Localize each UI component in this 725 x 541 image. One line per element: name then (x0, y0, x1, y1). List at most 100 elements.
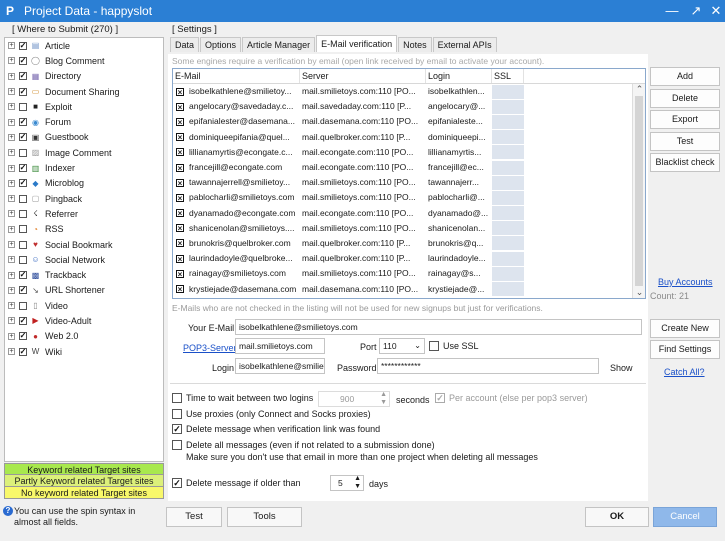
per-account-checkbox[interactable]: ✓ (435, 393, 445, 403)
tree-item-checkbox[interactable]: ✓ (19, 87, 27, 96)
add-button[interactable]: Add (650, 67, 720, 86)
tree-item-checkbox[interactable] (19, 148, 27, 157)
col-email[interactable]: E-Mail (173, 69, 300, 83)
expand-icon[interactable]: + (8, 241, 15, 248)
table-row[interactable]: × shanicenolan@smilietoys.... mail.smiliet… (173, 221, 645, 236)
tree-item[interactable]: + ✓ ▥ Indexer (5, 160, 163, 175)
scroll-down-icon[interactable]: ⌄ (633, 287, 645, 298)
col-ssl[interactable]: SSL (492, 69, 524, 83)
tree-item-checkbox[interactable] (19, 102, 27, 111)
tree-item[interactable]: + ▨ Image Comment (5, 145, 163, 160)
expand-icon[interactable]: + (8, 271, 15, 279)
tab-external-apis[interactable]: External APIs (432, 37, 497, 52)
tree-item-checkbox[interactable] (19, 209, 27, 218)
row-checkbox[interactable]: × (176, 163, 184, 172)
delete-older-checkbox[interactable]: ✓ (172, 478, 182, 488)
table-row[interactable]: × francejill@econgate.com mail.econgate.co… (173, 160, 645, 175)
tree-item-checkbox[interactable] (19, 240, 27, 249)
tree-item-checkbox[interactable] (19, 301, 27, 310)
table-row[interactable]: × epifanialester@dasemana... mail.dasemana… (173, 114, 645, 129)
row-checkbox[interactable]: × (176, 148, 184, 157)
close-icon[interactable]: ✕ (704, 0, 725, 22)
expand-icon[interactable]: + (8, 179, 15, 187)
expand-icon[interactable]: + (8, 332, 15, 340)
catch-all-link[interactable]: Catch All? (664, 367, 705, 377)
tree-item[interactable]: + ✓ ◆ Microblog (5, 176, 163, 191)
email-table[interactable]: E-Mail Server Login SSL × isobelkathlene@… (172, 68, 646, 299)
port-input[interactable]: 110 ⌄ (379, 338, 425, 354)
tree-item-checkbox[interactable]: ✓ (19, 286, 27, 295)
tree-item[interactable]: + ▯ Video (5, 298, 163, 313)
tree-item[interactable]: + ✓ ▤ Article (5, 38, 163, 53)
expand-icon[interactable]: + (8, 42, 15, 50)
older-days-input[interactable]: 5 ▲ ▼ (330, 475, 364, 491)
delete-found-checkbox[interactable]: ✓ (172, 424, 182, 434)
expand-icon[interactable]: + (8, 286, 15, 294)
tree-item-checkbox[interactable]: ✓ (19, 72, 27, 81)
engine-tree[interactable]: + ✓ ▤ Article + ✓ ◯ Blog Comment + ✓ ▦ Directory + ✓ ▭… (4, 37, 164, 462)
per-account-option[interactable]: ✓ Per account (else per pop3 server) (435, 393, 588, 403)
pop3-server-input[interactable]: mail.smilietoys.com (235, 338, 325, 354)
tree-item-checkbox[interactable] (19, 194, 27, 203)
tree-item[interactable]: + ✓ ◯ Blog Comment (5, 53, 163, 68)
tree-item[interactable]: + ✓ ▭ Document Sharing (5, 84, 163, 99)
test-email-button[interactable]: Test (650, 132, 720, 151)
wait-option[interactable]: Time to wait between two logins (172, 393, 313, 403)
row-checkbox[interactable]: × (176, 102, 184, 111)
buy-accounts-link[interactable]: Buy Accounts (658, 277, 713, 287)
use-ssl-checkbox[interactable] (429, 341, 439, 351)
tree-item-checkbox[interactable]: ✓ (19, 179, 27, 188)
tree-item-checkbox[interactable]: ✓ (19, 316, 27, 325)
wait-checkbox[interactable] (172, 393, 182, 403)
ok-button[interactable]: OK (585, 507, 649, 527)
scroll-thumb[interactable] (635, 96, 643, 286)
expand-icon[interactable]: + (8, 225, 15, 233)
row-checkbox[interactable]: × (176, 239, 184, 248)
show-password-toggle[interactable]: Show (610, 363, 633, 373)
table-row[interactable]: × pablocharli@smilietoys.com mail.smilieto… (173, 190, 645, 205)
expand-icon[interactable]: + (8, 149, 15, 157)
col-server[interactable]: Server (300, 69, 426, 83)
tree-item[interactable]: + ☇ Referrer (5, 206, 163, 221)
password-input[interactable]: ************ (377, 358, 599, 374)
use-proxies-checkbox[interactable] (172, 409, 182, 419)
tree-item[interactable]: + ✓ W Wiki (5, 344, 163, 359)
tab-article-manager[interactable]: Article Manager (242, 37, 316, 52)
tree-item[interactable]: + ▢ Pingback (5, 191, 163, 206)
cancel-button[interactable]: Cancel (653, 507, 717, 527)
tab-e-mail-verification[interactable]: E-Mail verification (316, 35, 398, 52)
expand-icon[interactable]: + (8, 195, 15, 203)
tree-item[interactable]: + ✓ ▦ Directory (5, 69, 163, 84)
blacklist-check-button[interactable]: Blacklist check (650, 153, 720, 172)
login-input[interactable]: isobelkathlene@smiliet (235, 358, 325, 374)
tree-item[interactable]: + ✓ ▶ Video-Adult (5, 313, 163, 328)
find-settings-button[interactable]: Find Settings (650, 340, 720, 359)
delete-found-option[interactable]: ✓ Delete message when verification link w… (172, 424, 380, 434)
expand-icon[interactable]: + (8, 88, 15, 96)
tree-item[interactable]: + ☺ Social Network (5, 252, 163, 267)
expand-icon[interactable]: + (8, 118, 15, 126)
expand-icon[interactable]: + (8, 103, 15, 111)
tree-item-checkbox[interactable]: ✓ (19, 332, 27, 341)
tree-item[interactable]: + ◔ RSS (5, 222, 163, 237)
row-checkbox[interactable]: × (176, 133, 184, 142)
test-button[interactable]: Test (166, 507, 222, 527)
tree-item[interactable]: + ✓ ▣ Guestbook (5, 130, 163, 145)
tree-item-checkbox[interactable]: ✓ (19, 56, 27, 65)
tree-item-checkbox[interactable]: ✓ (19, 164, 27, 173)
delete-older-option[interactable]: ✓ Delete message if older than (172, 478, 301, 488)
tree-item[interactable]: + ✓ ↘ URL Shortener (5, 283, 163, 298)
table-row[interactable]: × rainagay@smilietoys.com mail.smilietoys.… (173, 266, 645, 281)
table-row[interactable]: × angelocary@savedaday.c... mail.savedaday… (173, 99, 645, 114)
your-email-input[interactable]: isobelkathlene@smilietoys.com (235, 319, 642, 335)
expand-icon[interactable]: + (8, 256, 15, 264)
expand-icon[interactable]: + (8, 348, 15, 356)
tree-item-checkbox[interactable]: ✓ (19, 41, 27, 50)
col-login[interactable]: Login (426, 69, 492, 83)
wait-spinner-icon[interactable]: ▲ ▼ (380, 392, 387, 406)
row-checkbox[interactable]: × (176, 193, 184, 202)
tree-item[interactable]: + ♥ Social Bookmark (5, 237, 163, 252)
tree-item-checkbox[interactable]: ✓ (19, 347, 27, 356)
table-row[interactable]: × lillianamyrtis@econgate.c... mail.econga… (173, 145, 645, 160)
row-checkbox[interactable]: × (176, 269, 184, 278)
